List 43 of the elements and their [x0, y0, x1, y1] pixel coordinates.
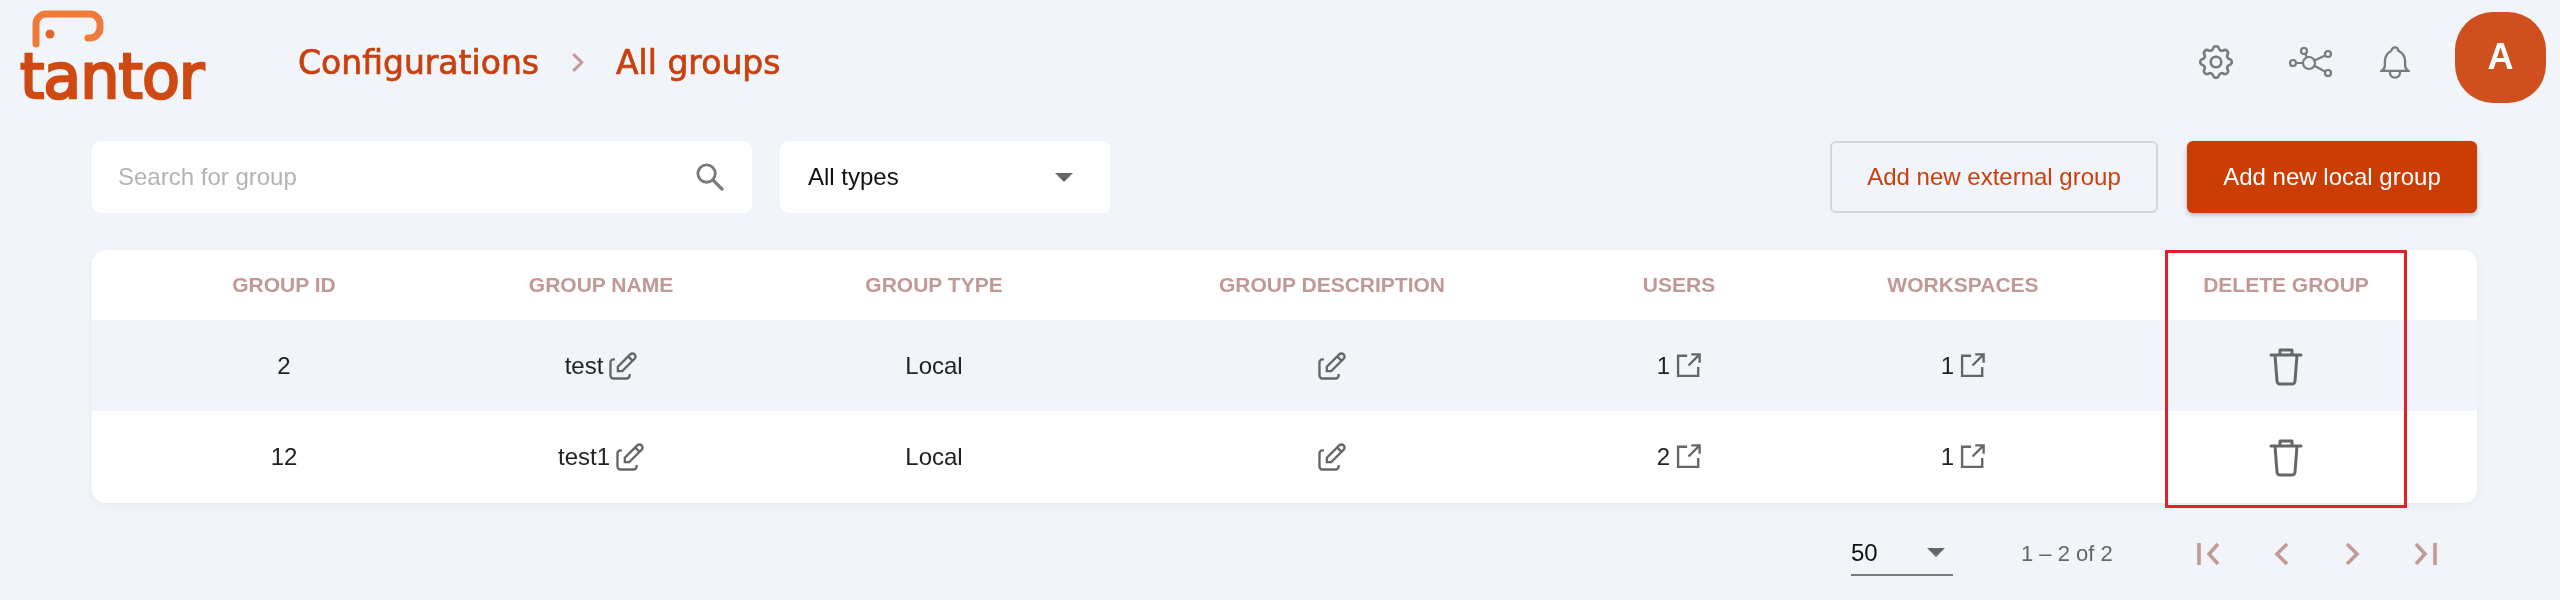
nodes-icon[interactable]	[2289, 47, 2333, 77]
table-cell: test1	[558, 442, 610, 471]
edit-icon[interactable]	[1318, 442, 1346, 471]
table-cell: 2	[1656, 442, 1671, 471]
column-header: GROUP DESCRIPTION	[1219, 273, 1445, 297]
table-cell: 1	[1940, 351, 1955, 380]
caret-icon	[1927, 548, 1945, 557]
breadcrumb-link[interactable]: All groups	[616, 42, 781, 82]
settings-icon[interactable]	[2199, 45, 2233, 79]
column-header: USERS	[1642, 273, 1716, 297]
edit-icon[interactable]	[609, 351, 638, 380]
column-header: GROUP ID	[232, 273, 336, 297]
chevron-right-icon	[571, 51, 584, 73]
add-local-group-button[interactable]: Add new local group	[2187, 141, 2477, 213]
table-cell: 2	[277, 351, 291, 380]
table-cell: Local	[905, 442, 963, 471]
type-select[interactable]: All types	[780, 141, 1110, 213]
table-cell: test	[564, 351, 604, 380]
search-field[interactable]: Search for group	[92, 141, 752, 213]
external-link-icon[interactable]	[1960, 444, 1986, 469]
column-header: GROUP TYPE	[865, 273, 1003, 297]
external-link-icon[interactable]	[1960, 353, 1986, 378]
external-link-icon[interactable]	[1676, 353, 1702, 378]
external-link-icon[interactable]	[1676, 444, 1702, 469]
add-external-group-button[interactable]: Add new external group	[1830, 141, 2158, 213]
page-size-select[interactable]: 50	[1851, 531, 1953, 576]
edit-icon[interactable]	[1318, 351, 1346, 380]
table-cell: 12	[270, 442, 298, 471]
table-cell: 1	[1940, 442, 1955, 471]
table-cell: Local	[905, 351, 963, 380]
column-header: GROUP NAME	[528, 273, 674, 297]
column-header: DELETE GROUP	[2203, 273, 2369, 297]
edit-icon[interactable]	[616, 442, 644, 471]
breadcrumb-link[interactable]: Configurations	[298, 42, 539, 82]
caret-icon	[1055, 172, 1073, 182]
avatar-button[interactable]: A	[2455, 11, 2546, 103]
page-range: 1 – 2 of 2	[2021, 540, 2113, 567]
search-icon[interactable]	[695, 162, 724, 191]
column-header: WORKSPACES	[1887, 273, 2039, 297]
table-cell: 1	[1656, 351, 1671, 380]
bell-icon[interactable]	[2380, 45, 2410, 79]
speech-bubble-icon	[30, 10, 106, 48]
logo-text: tantor	[20, 48, 206, 106]
